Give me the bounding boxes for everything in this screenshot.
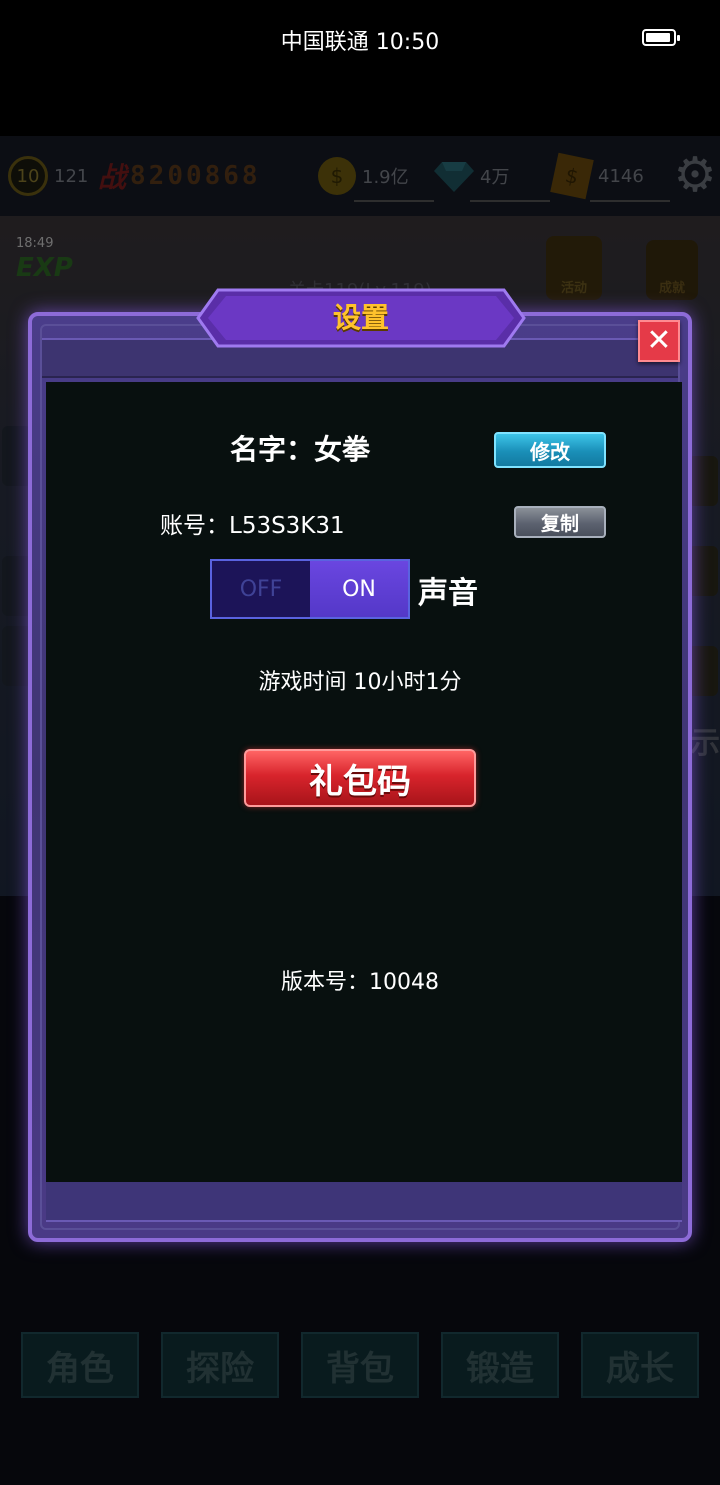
battery-icon: [642, 29, 680, 46]
modify-name-button[interactable]: 修改: [494, 432, 606, 468]
sound-toggle[interactable]: OFF ON: [210, 559, 410, 619]
sound-toggle-off[interactable]: OFF: [212, 561, 310, 617]
carrier-label: 中国联通: [280, 30, 369, 55]
sound-label: 声音: [418, 576, 478, 611]
dialog-title: 设置: [332, 301, 389, 334]
sound-toggle-on[interactable]: ON: [310, 561, 408, 617]
copy-account-button[interactable]: 复制: [514, 506, 606, 538]
play-time: 游戏时间 10小时1分: [258, 670, 462, 695]
status-bar: 中国联通 10:50: [0, 0, 720, 78]
dialog-footer-bar: [46, 1182, 682, 1222]
gift-code-button[interactable]: 礼包码: [244, 749, 476, 807]
account-id: 账号：L53S3K31: [160, 513, 345, 539]
version-label: 版本号：10048: [281, 970, 439, 995]
close-icon: ✕: [646, 323, 672, 358]
clock-label: 10:50: [375, 30, 440, 55]
close-button[interactable]: ✕: [638, 320, 680, 362]
status-carrier-time: 中国联通 10:50: [0, 24, 720, 56]
